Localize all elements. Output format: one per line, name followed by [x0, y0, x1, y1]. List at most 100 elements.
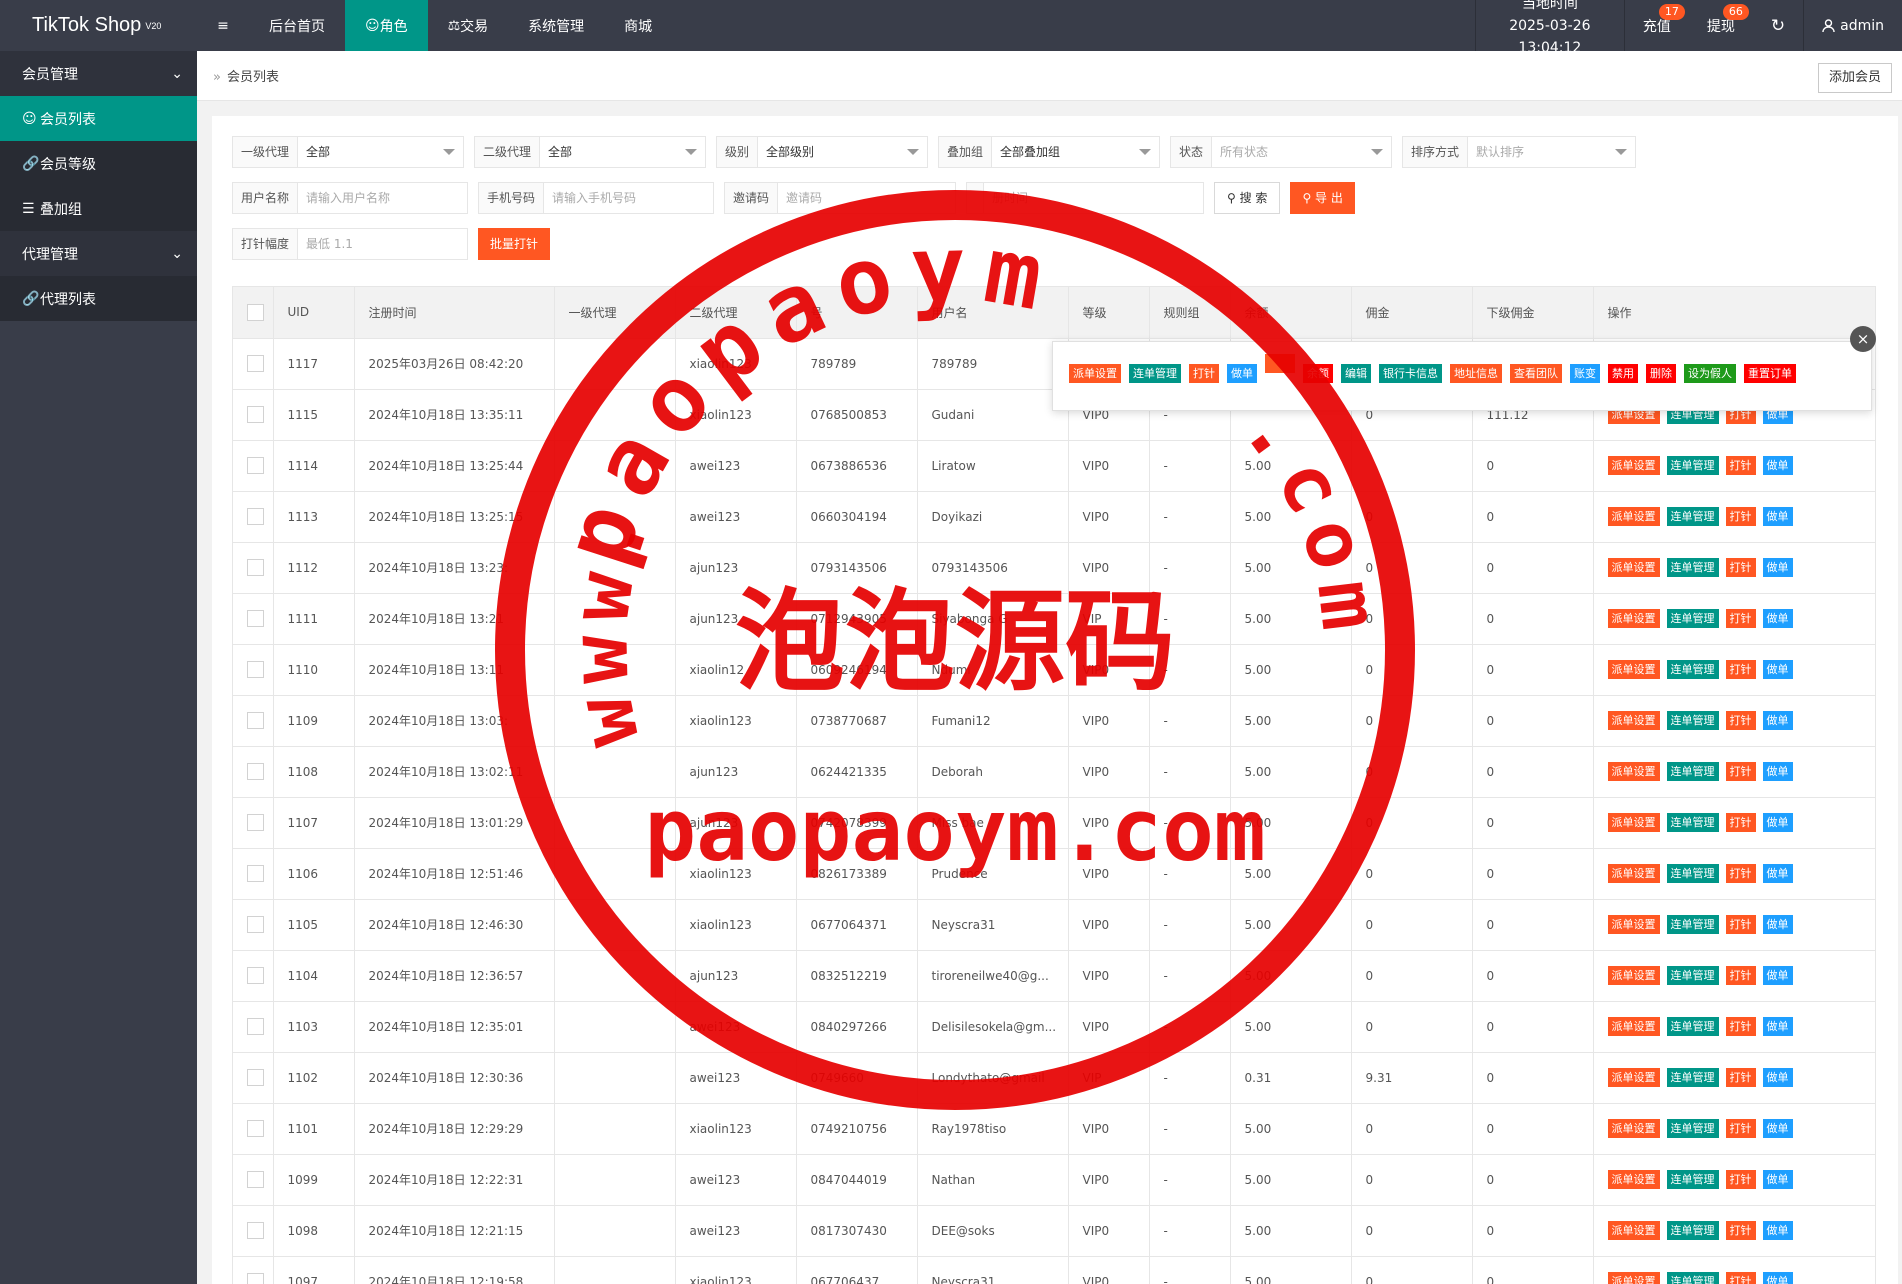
filter-placeholder[interactable]: 请输入手机号码: [544, 183, 713, 213]
row-checkbox[interactable]: [247, 763, 264, 780]
action-button-2[interactable]: 打针: [1725, 966, 1756, 985]
topnav-item-4[interactable]: 商城: [604, 0, 672, 51]
action-button-2[interactable]: 打针: [1725, 1119, 1756, 1138]
header-select-all[interactable]: [233, 287, 274, 339]
action-button-0[interactable]: 派单设置: [1607, 507, 1660, 526]
row-checkbox[interactable]: [247, 814, 264, 831]
row-checkbox[interactable]: [247, 1120, 264, 1137]
action-button-3[interactable]: 做单: [1762, 1068, 1793, 1087]
action-button-0[interactable]: 派单设置: [1607, 1170, 1660, 1189]
filter-placeholder[interactable]: 册时间: [984, 183, 1203, 213]
action-button-1[interactable]: 连单管理: [1666, 1017, 1719, 1036]
action-button-0[interactable]: 派单设置: [1607, 558, 1660, 577]
action-button-3[interactable]: 做单: [1762, 1170, 1793, 1189]
action-button-1[interactable]: 连单管理: [1666, 609, 1719, 628]
action-button-2[interactable]: 打针: [1725, 1068, 1756, 1087]
action-button-1[interactable]: 连单管理: [1666, 558, 1719, 577]
filter-select-1[interactable]: 二级代理 全部: [474, 136, 706, 168]
popup-action-0[interactable]: 派单设置: [1069, 364, 1121, 383]
row-checkbox[interactable]: [247, 406, 264, 423]
action-button-2[interactable]: 打针: [1725, 660, 1756, 679]
popup-action-14[interactable]: 重置订单: [1744, 364, 1796, 383]
close-icon[interactable]: ×: [1850, 326, 1876, 352]
sidebar-group-1[interactable]: 代理管理 ⌄: [0, 231, 197, 276]
action-button-0[interactable]: 派单设置: [1607, 915, 1660, 934]
action-button-0[interactable]: 派单设置: [1607, 966, 1660, 985]
popup-action-13[interactable]: 设为假人: [1684, 364, 1736, 383]
row-checkbox[interactable]: [247, 1171, 264, 1188]
row-select[interactable]: [233, 1256, 274, 1284]
popup-action-9[interactable]: 查看团队: [1510, 364, 1562, 383]
action-button-1[interactable]: 连单管理: [1666, 864, 1719, 883]
row-select[interactable]: [233, 848, 274, 900]
user-menu[interactable]: admin: [1804, 0, 1902, 51]
sidebar-item-1-0[interactable]: 🔗 代理列表: [0, 276, 197, 321]
row-checkbox[interactable]: [247, 1069, 264, 1086]
action-button-3[interactable]: 做单: [1762, 1017, 1793, 1036]
action-button-3[interactable]: 做单: [1762, 558, 1793, 577]
row-select[interactable]: [233, 644, 274, 696]
row-select[interactable]: [233, 338, 274, 390]
row-checkbox[interactable]: [247, 610, 264, 627]
action-button-2[interactable]: 打针: [1725, 1170, 1756, 1189]
row-checkbox[interactable]: [247, 865, 264, 882]
row-checkbox[interactable]: [247, 916, 264, 933]
popup-action-8[interactable]: 地址信息: [1450, 364, 1502, 383]
row-checkbox[interactable]: [247, 712, 264, 729]
topnav-item-0[interactable]: 后台首页: [249, 0, 345, 51]
popup-action-12[interactable]: 删除: [1646, 364, 1676, 383]
action-button-3[interactable]: 做单: [1762, 864, 1793, 883]
action-button-3[interactable]: 做单: [1762, 762, 1793, 781]
row-checkbox[interactable]: [247, 508, 264, 525]
app-logo[interactable]: TikTok Shop V20: [0, 0, 197, 51]
filter-input-2[interactable]: 邀请码 邀请码: [724, 182, 956, 214]
row-checkbox[interactable]: [247, 457, 264, 474]
action-button-0[interactable]: 派单设置: [1607, 1068, 1660, 1087]
row-checkbox[interactable]: [247, 559, 264, 576]
row-select[interactable]: [233, 1103, 274, 1155]
action-button-2[interactable]: 打针: [1725, 507, 1756, 526]
row-select[interactable]: [233, 899, 274, 951]
action-button-3[interactable]: 做单: [1762, 507, 1793, 526]
row-select[interactable]: [233, 593, 274, 645]
action-button-0[interactable]: 派单设置: [1607, 864, 1660, 883]
action-button-0[interactable]: 派单设置: [1607, 1017, 1660, 1036]
popup-action-1[interactable]: 连单管理: [1129, 364, 1181, 383]
row-checkbox[interactable]: [247, 661, 264, 678]
sidebar-group-0[interactable]: 会员管理 ⌄: [0, 51, 197, 96]
action-button-0[interactable]: 派单设置: [1607, 1119, 1660, 1138]
action-button-3[interactable]: 做单: [1762, 711, 1793, 730]
row-checkbox[interactable]: [247, 1273, 264, 1284]
filter-placeholder[interactable]: 请输入用户名称: [298, 183, 467, 213]
action-button-1[interactable]: 连单管理: [1666, 1221, 1719, 1240]
row-checkbox[interactable]: [247, 967, 264, 984]
popup-action-6[interactable]: 编辑: [1341, 364, 1371, 383]
filter-select-5[interactable]: 排序方式 默认排序: [1402, 136, 1636, 168]
action-button-1[interactable]: 连单管理: [1666, 1272, 1719, 1284]
action-button-2[interactable]: 打针: [1725, 711, 1756, 730]
topnav-item-1[interactable]: ☺ 角色: [345, 0, 428, 51]
row-select[interactable]: [233, 491, 274, 543]
export-button[interactable]: ⚲ 导 出: [1290, 182, 1355, 214]
action-button-1[interactable]: 连单管理: [1666, 762, 1719, 781]
row-checkbox[interactable]: [247, 1222, 264, 1239]
action-button-0[interactable]: 派单设置: [1607, 1272, 1660, 1284]
row-select[interactable]: [233, 1001, 274, 1053]
popup-action-10[interactable]: 账变: [1570, 364, 1600, 383]
action-button-0[interactable]: 派单设置: [1607, 762, 1660, 781]
sidebar-item-0-1[interactable]: 🔗 会员等级: [0, 141, 197, 186]
sidebar-item-0-2[interactable]: ☰ 叠加组: [0, 186, 197, 231]
topnav-item-2[interactable]: ⚖ 交易: [428, 0, 509, 51]
action-button-2[interactable]: 打针: [1725, 915, 1756, 934]
injection-range-field[interactable]: 打针幅度 最低 1.1: [232, 228, 468, 260]
batch-injection-button[interactable]: 批量打针: [478, 228, 551, 260]
action-button-1[interactable]: 连单管理: [1666, 1119, 1719, 1138]
action-button-0[interactable]: 派单设置: [1607, 660, 1660, 679]
action-button-0[interactable]: 派单设置: [1607, 456, 1660, 475]
filter-select-4[interactable]: 状态 所有状态: [1170, 136, 1392, 168]
action-button-3[interactable]: 做单: [1762, 966, 1793, 985]
row-select[interactable]: [233, 950, 274, 1002]
popup-action-11[interactable]: 禁用: [1608, 364, 1638, 383]
action-button-3[interactable]: 做单: [1762, 1119, 1793, 1138]
row-select[interactable]: [233, 746, 274, 798]
